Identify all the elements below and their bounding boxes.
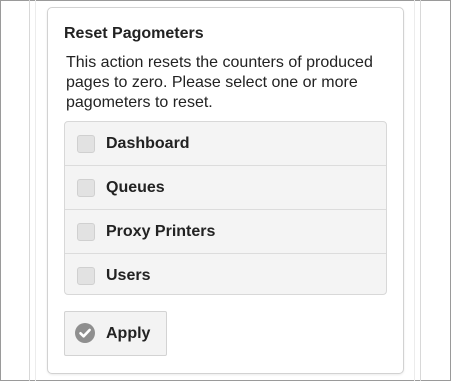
users-checkbox[interactable] bbox=[77, 266, 95, 285]
pagometer-label: Dashboard bbox=[106, 134, 190, 152]
apply-button[interactable]: Apply bbox=[64, 311, 167, 356]
pagometer-item-proxy-printers[interactable]: Proxy Printers bbox=[65, 210, 386, 254]
column-border-left bbox=[29, 0, 30, 381]
apply-button-label: Apply bbox=[106, 324, 151, 342]
pagometer-label: Queues bbox=[106, 178, 165, 196]
pagometer-list: Dashboard Queues Proxy Printers Users bbox=[64, 121, 387, 295]
pagometer-item-queues[interactable]: Queues bbox=[65, 166, 386, 210]
panel-description: This action resets the counters of produ… bbox=[66, 54, 373, 111]
check-circle-icon bbox=[75, 323, 95, 343]
panel-title: Reset Pagometers bbox=[64, 25, 204, 42]
column-border-right-inner bbox=[414, 0, 415, 381]
dashboard-checkbox[interactable] bbox=[77, 134, 95, 153]
column-border-left-inner bbox=[35, 0, 36, 381]
pagometer-item-dashboard[interactable]: Dashboard bbox=[65, 122, 386, 166]
proxy-printers-checkbox[interactable] bbox=[77, 222, 95, 241]
queues-checkbox[interactable] bbox=[77, 178, 95, 197]
pagometer-label: Proxy Printers bbox=[106, 222, 216, 240]
reset-pagometers-panel: Reset Pagometers This action resets the … bbox=[47, 7, 404, 374]
pagometer-item-users[interactable]: Users bbox=[65, 254, 386, 297]
pagometer-label: Users bbox=[106, 266, 151, 284]
column-border-right bbox=[420, 0, 421, 381]
